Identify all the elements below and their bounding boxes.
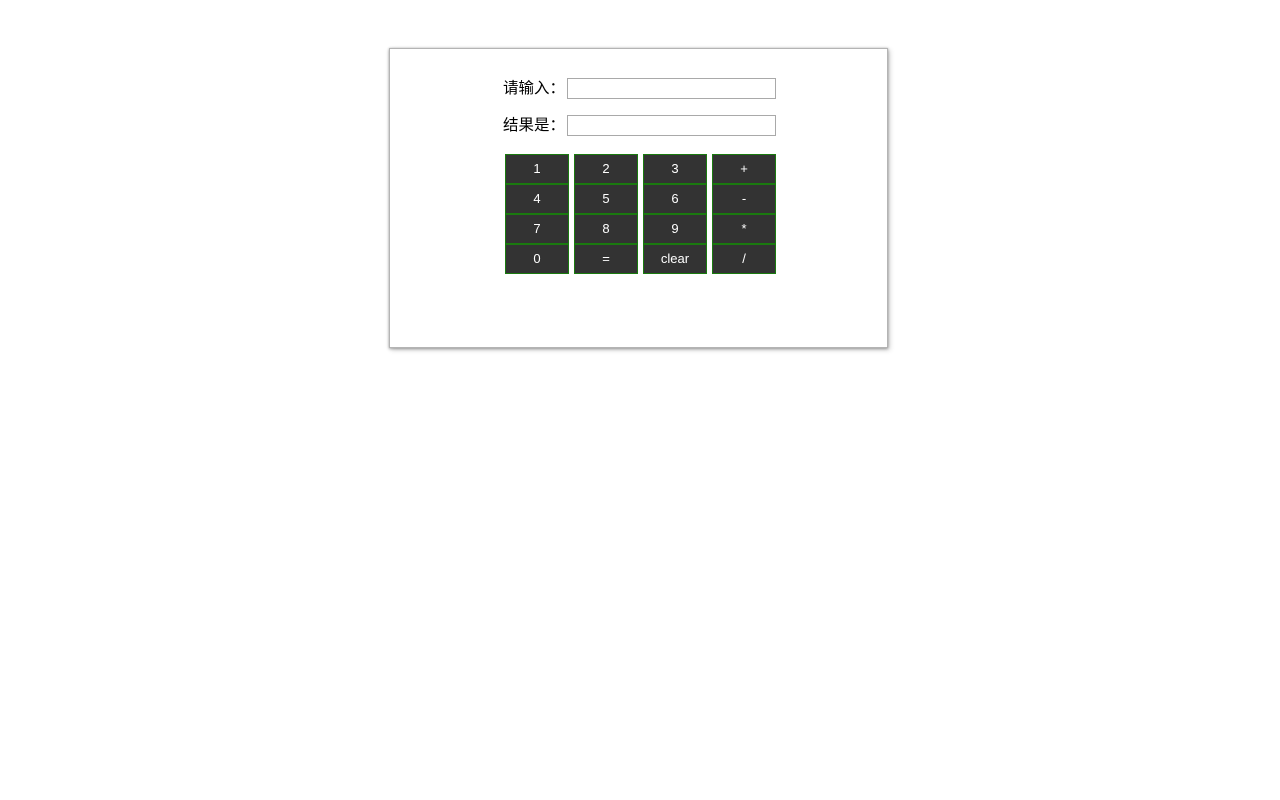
key-2[interactable]: 2 xyxy=(574,154,638,184)
key-9[interactable]: 9 xyxy=(643,214,707,244)
calculator-panel: 请输入： 结果是： 1 4 7 0 2 5 8 = 3 6 9 clear + … xyxy=(389,48,888,348)
expression-input[interactable] xyxy=(567,78,777,99)
key-multiply[interactable]: * xyxy=(712,214,776,244)
keypad-column-2: 2 5 8 = xyxy=(574,154,638,274)
key-4[interactable]: 4 xyxy=(505,184,569,214)
key-3[interactable]: 3 xyxy=(643,154,707,184)
result-label: 结果是： xyxy=(503,115,566,134)
key-8[interactable]: 8 xyxy=(574,214,638,244)
key-6[interactable]: 6 xyxy=(643,184,707,214)
key-0[interactable]: 0 xyxy=(505,244,569,274)
result-input[interactable] xyxy=(567,115,777,136)
input-label: 请输入： xyxy=(503,78,566,97)
keypad-column-3: 3 6 9 clear xyxy=(643,154,707,274)
key-equals[interactable]: = xyxy=(574,244,638,274)
key-1[interactable]: 1 xyxy=(505,154,569,184)
key-minus[interactable]: - xyxy=(712,184,776,214)
key-divide[interactable]: / xyxy=(712,244,776,274)
app-root: 请输入： 结果是： 1 4 7 0 2 5 8 = 3 6 9 clear + … xyxy=(0,0,1280,800)
keypad: 1 4 7 0 2 5 8 = 3 6 9 clear + - * / xyxy=(505,154,776,274)
key-plus[interactable]: + xyxy=(712,154,776,184)
key-5[interactable]: 5 xyxy=(574,184,638,214)
key-clear[interactable]: clear xyxy=(643,244,707,274)
keypad-column-operators: + - * / xyxy=(712,154,776,274)
result-row: 结果是： xyxy=(503,115,777,136)
input-row: 请输入： xyxy=(503,78,777,99)
keypad-column-1: 1 4 7 0 xyxy=(505,154,569,274)
key-7[interactable]: 7 xyxy=(505,214,569,244)
